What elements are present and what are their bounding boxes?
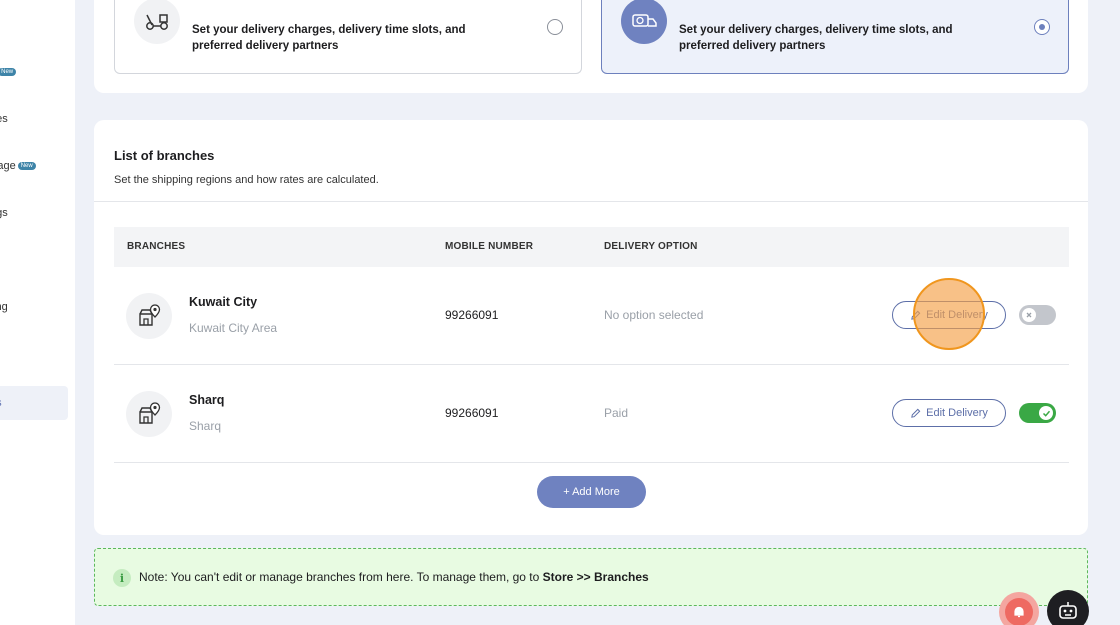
sidebar-item-3[interactable]: hes [0, 102, 75, 136]
notification-bell-button[interactable] [999, 592, 1039, 625]
sidebar-item-label: hes [0, 113, 8, 125]
robot-icon [1059, 602, 1077, 619]
sidebar-item-4[interactable]: PageNew [0, 149, 75, 183]
toggle-knob-x-icon [1022, 308, 1036, 322]
add-more-button[interactable]: + Add More [537, 476, 646, 508]
delivery-mode-card: Set your delivery charges, delivery time… [94, 0, 1088, 93]
new-badge: New [17, 162, 36, 170]
sidebar-item-shipping-settings[interactable]: gs [0, 386, 68, 420]
sidebar-item-label: Page [0, 160, 16, 172]
branch-delivery-option: Paid [604, 406, 629, 420]
delivery-truck-icon [621, 0, 667, 44]
table-header: BRANCHES MOBILE NUMBER DELIVERY OPTION [114, 227, 1069, 267]
toggle-knob-check-icon [1039, 406, 1053, 420]
sidebar-item-6[interactable]: n [0, 243, 75, 277]
edit-delivery-button[interactable]: Edit Delivery [892, 399, 1006, 427]
sidebar-item-1[interactable]: g [0, 9, 75, 43]
store-location-icon [126, 391, 172, 437]
branch-name: Kuwait City [189, 295, 258, 309]
delivery-option-description: Set your delivery charges, delivery time… [679, 24, 953, 52]
sidebar-item-label: ting [0, 301, 8, 313]
edit-delivery-label: Edit Delivery [926, 407, 988, 419]
delivery-option-self[interactable]: Set your delivery charges, delivery time… [114, 0, 582, 74]
delivery-option-radio[interactable] [547, 19, 563, 35]
branches-title: List of branches [114, 148, 215, 163]
branch-area: Kuwait City Area [189, 321, 278, 335]
click-highlight [913, 278, 985, 350]
store-location-icon [126, 293, 172, 339]
sidebar-item-label: gs [0, 397, 2, 409]
sidebar: g nNew hes PageNew ngs n ting gs [0, 0, 75, 625]
delivery-option-description: Set your delivery charges, delivery time… [192, 24, 466, 52]
info-note: i Note: You can't edit or manage branche… [94, 548, 1088, 606]
note-prefix: Note: You can't edit or manage branches … [139, 570, 543, 584]
branch-mobile: 99266091 [445, 406, 499, 420]
bell-icon [1005, 598, 1033, 625]
note-text: Note: You can't edit or manage branches … [139, 570, 649, 584]
sidebar-item-5[interactable]: ngs [0, 196, 75, 230]
sidebar-item-7[interactable]: ting [0, 290, 75, 324]
branch-area: Sharq [189, 419, 222, 433]
note-link[interactable]: Store >> Branches [543, 570, 649, 584]
chatbot-button[interactable] [1047, 590, 1089, 625]
branch-enable-toggle[interactable] [1019, 403, 1056, 423]
branch-mobile: 99266091 [445, 308, 499, 322]
branch-enable-toggle[interactable] [1019, 305, 1056, 325]
table-row: Sharq Sharq 99266091 Paid Edit Delivery [114, 365, 1069, 463]
sidebar-item-label: ngs [0, 207, 8, 219]
delivery-scooter-icon [134, 0, 180, 44]
delivery-option-partner[interactable]: Set your delivery charges, delivery time… [601, 0, 1069, 74]
branches-subtitle: Set the shipping regions and how rates a… [114, 174, 379, 186]
column-header-delivery: DELIVERY OPTION [604, 241, 698, 252]
column-header-branches: BRANCHES [127, 241, 186, 252]
column-header-mobile: MOBILE NUMBER [445, 241, 534, 252]
info-icon: i [113, 569, 131, 587]
divider [94, 201, 1088, 202]
branch-delivery-option: No option selected [604, 308, 704, 322]
sidebar-item-2[interactable]: nNew [0, 55, 75, 89]
branch-name: Sharq [189, 393, 225, 407]
pencil-icon [911, 408, 921, 418]
delivery-option-radio-selected[interactable] [1034, 19, 1050, 35]
new-badge: New [0, 68, 17, 76]
